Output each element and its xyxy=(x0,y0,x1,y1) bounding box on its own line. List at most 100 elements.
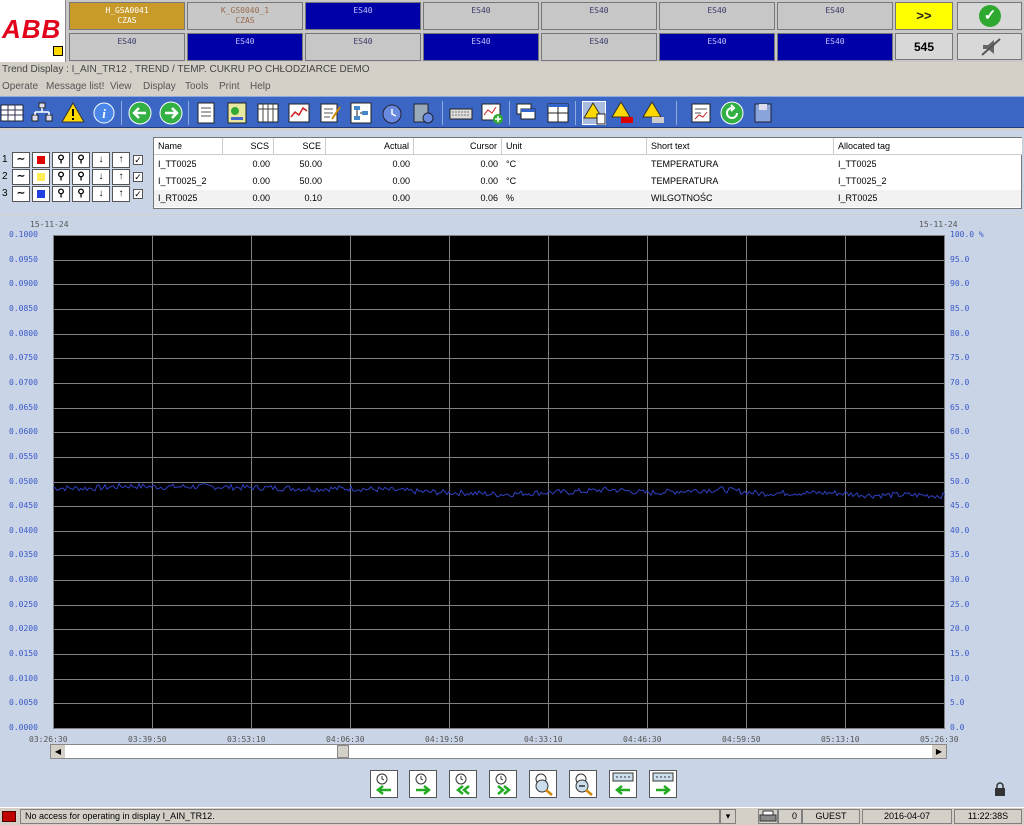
keyboard-icon[interactable] xyxy=(449,101,473,125)
scale-up-icon[interactable]: ↑ xyxy=(112,186,130,202)
pen-color-icon[interactable] xyxy=(32,169,50,185)
time-end-button[interactable] xyxy=(649,770,677,798)
grid-view-icon[interactable] xyxy=(0,101,24,125)
column-header-name[interactable]: Name xyxy=(154,138,223,155)
report-chart-icon[interactable] xyxy=(689,101,713,125)
zoom-in-icon[interactable]: ⚲ xyxy=(52,186,70,202)
menu-tools[interactable]: Tools xyxy=(185,81,208,92)
table-view-icon[interactable] xyxy=(256,101,280,125)
schedule-icon[interactable] xyxy=(411,101,435,125)
next-alarms-button[interactable]: >> xyxy=(895,2,953,30)
warning-icon[interactable] xyxy=(61,101,85,125)
acknowledge-button[interactable]: ✓ xyxy=(957,2,1022,30)
alarm-button-row2-5[interactable]: ES40 xyxy=(541,33,657,61)
column-header-scs[interactable]: SCS xyxy=(223,138,274,155)
menu-help[interactable]: Help xyxy=(250,81,271,92)
alarm-button-row1-2[interactable]: K_GS0040_1 CZAS xyxy=(187,2,303,30)
svg-text:i: i xyxy=(102,106,106,121)
scroll-left-arrow[interactable]: ◀ xyxy=(51,745,65,758)
info-icon[interactable]: i xyxy=(92,101,116,125)
menu-view[interactable]: View xyxy=(110,81,132,92)
zoom-out-icon[interactable]: ⚲ xyxy=(72,169,90,185)
x-tick: 03:26:30 xyxy=(29,735,68,744)
scroll-forward-button[interactable] xyxy=(409,770,437,798)
alarm-button-row1-4[interactable]: ES40 xyxy=(423,2,539,30)
trend-plot[interactable] xyxy=(53,235,945,729)
pen-color-icon[interactable] xyxy=(32,152,50,168)
refresh-icon[interactable] xyxy=(720,101,744,125)
trend-icon[interactable] xyxy=(287,101,311,125)
scale-up-icon[interactable]: ↑ xyxy=(112,169,130,185)
menu-bar: Operate Message list! View Display Tools Prin… xyxy=(0,79,1024,95)
pen-visible-checkbox[interactable]: ✓ xyxy=(133,155,143,165)
alarm-button-tag: ES40 xyxy=(117,37,137,46)
clock-icon[interactable] xyxy=(380,101,404,125)
menu-display[interactable]: Display xyxy=(143,81,176,92)
scale-down-icon[interactable]: ↓ xyxy=(92,169,110,185)
line-style-icon[interactable]: ∼ xyxy=(12,169,30,185)
column-header-actual[interactable]: Actual xyxy=(326,138,414,155)
alarm-red-icon[interactable] xyxy=(611,101,635,125)
hierarchy-icon[interactable] xyxy=(30,101,54,125)
alarm-button-row1-5[interactable]: ES40 xyxy=(541,2,657,30)
pen-visible-checkbox[interactable]: ✓ xyxy=(133,172,143,182)
column-header-unit[interactable]: Unit xyxy=(502,138,647,155)
printer-icon[interactable] xyxy=(758,809,778,824)
scroll-right-arrow[interactable]: ▶ xyxy=(932,745,946,758)
scale-down-icon[interactable]: ↓ xyxy=(92,152,110,168)
y-tick-right: 10.0 xyxy=(950,673,970,683)
line-style-icon[interactable]: ∼ xyxy=(12,152,30,168)
pen-visible-checkbox[interactable]: ✓ xyxy=(133,189,143,199)
menu-operate[interactable]: Operate xyxy=(2,81,38,92)
y-tick-right: 50.0 xyxy=(950,476,970,486)
scroll-back-button[interactable] xyxy=(370,770,398,798)
fast-back-button[interactable] xyxy=(449,770,477,798)
fast-forward-button[interactable] xyxy=(489,770,517,798)
column-header-short[interactable]: Short text xyxy=(647,138,834,155)
column-header-tag[interactable]: Allocated tag xyxy=(834,138,1023,155)
alarm-button-row2-3[interactable]: ES40 xyxy=(305,33,421,61)
alarm-button-row2-2[interactable]: ES40 xyxy=(187,33,303,61)
column-header-cursor[interactable]: Cursor xyxy=(414,138,502,155)
pen-number: 1 xyxy=(2,154,8,165)
alarm-page-icon[interactable] xyxy=(582,101,606,125)
trend-navigation xyxy=(0,762,1024,807)
scale-down-icon[interactable]: ↓ xyxy=(92,186,110,202)
tile-windows-icon[interactable] xyxy=(546,101,570,125)
column-header-sce[interactable]: SCE xyxy=(274,138,326,155)
alarm-button-row2-4[interactable]: ES40 xyxy=(423,33,539,61)
alarm-button-row2-1[interactable]: ES40 xyxy=(69,33,185,61)
flowchart-icon[interactable] xyxy=(349,101,373,125)
forward-arrow-icon[interactable] xyxy=(159,101,183,125)
alarm-button-row1-6[interactable]: ES40 xyxy=(659,2,775,30)
back-arrow-icon[interactable] xyxy=(128,101,152,125)
status-dropdown-icon[interactable]: ▾ xyxy=(720,809,736,824)
time-start-button[interactable] xyxy=(609,770,637,798)
save-disk-icon[interactable] xyxy=(751,101,775,125)
line-style-icon[interactable]: ∼ xyxy=(12,186,30,202)
alarm-gray-icon[interactable] xyxy=(642,101,666,125)
alarm-button-row2-7[interactable]: ES40 xyxy=(777,33,893,61)
zoom-out-icon[interactable]: ⚲ xyxy=(72,186,90,202)
edit-report-icon[interactable] xyxy=(318,101,342,125)
alarm-button-row1-7[interactable]: ES40 xyxy=(777,2,893,30)
pen-color-icon[interactable] xyxy=(32,186,50,202)
alarm-button-row1-1[interactable]: H_GSA0041 CZAS xyxy=(69,2,185,30)
scroll-thumb[interactable] xyxy=(337,745,349,758)
alarm-button-row1-3[interactable]: ES40 xyxy=(305,2,421,30)
zoom-in-icon[interactable]: ⚲ xyxy=(52,152,70,168)
zoom-out-icon[interactable]: ⚲ xyxy=(72,152,90,168)
zoom-in-time-button[interactable] xyxy=(529,770,557,798)
alarm-button-row2-6[interactable]: ES40 xyxy=(659,33,775,61)
scale-up-icon[interactable]: ↑ xyxy=(112,152,130,168)
silence-horn-button[interactable] xyxy=(957,33,1022,60)
time-scrollbar[interactable]: ◀ ▶ xyxy=(50,744,947,759)
zoom-in-icon[interactable]: ⚲ xyxy=(52,169,70,185)
document-icon[interactable] xyxy=(194,101,218,125)
menu-messagelist[interactable]: Message list! xyxy=(46,81,104,92)
add-trend-icon[interactable] xyxy=(480,101,504,125)
zoom-out-time-button[interactable] xyxy=(569,770,597,798)
menu-print[interactable]: Print xyxy=(219,81,240,92)
windows-stack-icon[interactable] xyxy=(515,101,539,125)
faceplate-icon[interactable] xyxy=(225,101,249,125)
